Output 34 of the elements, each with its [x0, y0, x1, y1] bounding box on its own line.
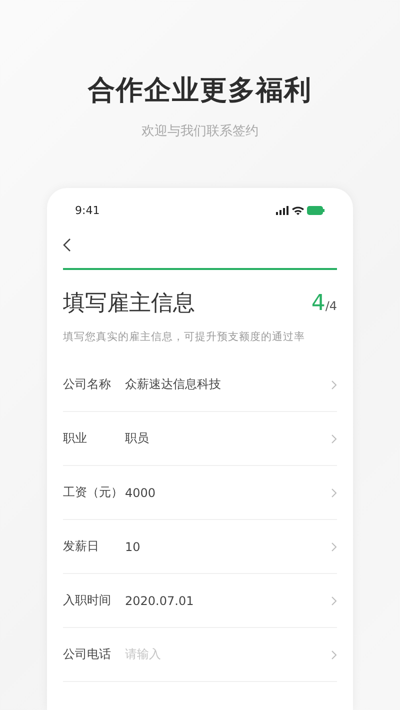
form-hint: 填写您真实的雇主信息，可提升预支额度的通过率 — [63, 330, 306, 344]
form-row[interactable]: 发薪日 10 — [63, 520, 337, 574]
field-label: 工资（元） — [63, 484, 124, 501]
form-row[interactable]: 职业 职员 — [63, 412, 337, 466]
field-value: 职员 — [125, 430, 150, 447]
page-title: 合作企业更多福利 — [88, 74, 312, 108]
chevron-right-icon — [331, 380, 337, 390]
wifi-icon — [292, 206, 304, 214]
form-row[interactable]: 入职时间 2020.07.01 — [63, 574, 337, 628]
field-placeholder: 请输入 — [125, 646, 162, 663]
chevron-right-icon — [331, 434, 337, 444]
field-value: 2020.07.01 — [125, 594, 195, 608]
status-time: 9:41 — [75, 204, 100, 216]
battery-icon — [307, 206, 325, 214]
field-label: 公司名称 — [63, 376, 112, 393]
form-row[interactable]: 公司名称 众薪速达信息科技 — [63, 358, 337, 412]
field-label: 职业 — [63, 430, 88, 447]
field-value: 10 — [125, 540, 142, 554]
field-label: 公司电话 — [63, 646, 112, 663]
current-step: 4 — [311, 291, 326, 316]
chevron-right-icon — [331, 596, 337, 606]
chevron-right-icon — [331, 488, 337, 498]
total-steps: /4 — [325, 299, 337, 313]
field-label: 入职时间 — [63, 592, 112, 609]
field-label: 发薪日 — [63, 538, 100, 555]
form-row[interactable]: 公司电话 请输入 — [63, 628, 337, 682]
form-title: 填写雇主信息 — [63, 290, 195, 318]
signal-icon — [276, 206, 289, 214]
field-value: 众薪速达信息科技 — [125, 376, 222, 393]
page-subtitle: 欢迎与我们联系签约 — [142, 123, 258, 140]
field-value: 4000 — [125, 486, 157, 500]
form-row[interactable]: 工资（元） 4000 — [63, 466, 337, 520]
chevron-right-icon — [331, 542, 337, 552]
chevron-right-icon — [331, 650, 337, 660]
